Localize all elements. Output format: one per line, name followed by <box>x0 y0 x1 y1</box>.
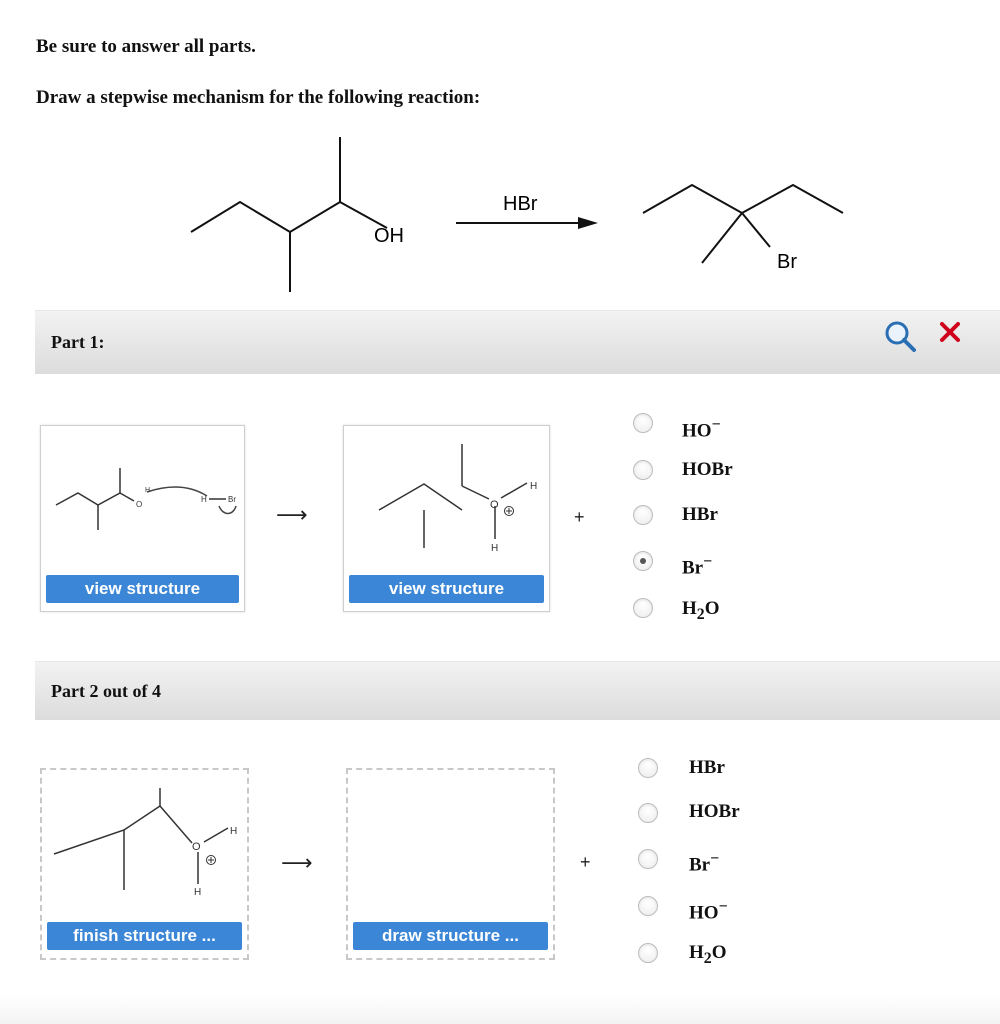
part2-option-radio-ho[interactable] <box>638 896 658 916</box>
reactant-oh-label: OH <box>374 225 404 247</box>
part2-oxonium-h-top-label: H <box>230 826 237 837</box>
part2-option-label-h2o: H2O <box>689 942 727 967</box>
part2-oxonium-skeleton: O H H <box>42 770 247 910</box>
part2-option-label-hbr: HBr <box>689 757 725 778</box>
part2-reactant-structure-box: O H H finish structure ... <box>40 768 249 960</box>
part1-br-label: Br <box>228 495 236 504</box>
part1-oxonium-h-bottom-label: H <box>491 543 498 554</box>
part1-view-structure-button-1[interactable]: view structure <box>46 575 239 603</box>
part1-reactant-structure-box: O H H Br view structure <box>40 425 245 612</box>
part2-option-radio-hobr[interactable] <box>638 803 658 823</box>
part1-option-radio-h2o[interactable] <box>633 598 653 618</box>
part1-option-label-br: Br− <box>682 553 713 579</box>
bottom-edge <box>0 995 1000 1024</box>
part2-option-radio-br[interactable] <box>638 849 658 869</box>
part1-reactant-structure: O H H Br <box>55 468 237 530</box>
part1-plus: + <box>574 507 585 527</box>
part2-reaction-arrow: ⟶ <box>281 851 313 876</box>
reaction-scheme: OH HBr Br <box>190 137 844 292</box>
part1-option-radio-hobr[interactable] <box>633 460 653 480</box>
part1-option-radio-hbr[interactable] <box>633 505 653 525</box>
part1-option-label-h2o: H2O <box>682 598 720 623</box>
part1-reaction-arrow: ⟶ <box>276 503 308 528</box>
part2-option-radio-h2o[interactable] <box>638 943 658 963</box>
part2-option-label-ho: HO− <box>689 898 728 924</box>
part2-header: Part 2 out of 4 <box>35 661 1000 720</box>
part1-o-label: O <box>136 500 142 509</box>
part1-title: Part 1: <box>51 332 105 352</box>
instruction-draw-mechanism: Draw a stepwise mechanism for the follow… <box>36 87 481 108</box>
part2-product-structure-box: draw structure ... <box>346 768 555 960</box>
part1-header: Part 1: <box>35 310 1000 374</box>
part1-option-label-hobr: HOBr <box>682 459 733 480</box>
part2-plus: + <box>580 852 591 872</box>
reagent-hbr-label: HBr <box>503 193 538 215</box>
part2-option-radio-hbr[interactable] <box>638 758 658 778</box>
part1-option-label-ho: HO− <box>682 416 721 442</box>
part2-option-label-br: Br− <box>689 850 720 876</box>
part1-oh-h-label: H <box>145 487 150 494</box>
part2-oxonium-h-bottom-label: H <box>194 887 201 898</box>
part1-intermediate-structure-box: O H H view structure <box>343 425 550 612</box>
product-br-label: Br <box>777 251 797 273</box>
part1-option-radio-ho[interactable] <box>633 413 653 433</box>
part1-option-label-hbr: HBr <box>682 504 718 525</box>
part2-option-label-hobr: HOBr <box>689 801 740 822</box>
part1-option-radio-br[interactable] <box>633 551 653 571</box>
part2-title: Part 2 out of 4 <box>51 681 161 701</box>
part2-finish-structure-button[interactable]: finish structure ... <box>47 922 242 950</box>
part2-draw-structure-button[interactable]: draw structure ... <box>353 922 548 950</box>
part1-intermediate-drawing: O H H <box>344 426 549 566</box>
part1-view-structure-button-2[interactable]: view structure <box>349 575 544 603</box>
close-icon[interactable] <box>937 319 963 345</box>
magnifier-icon[interactable] <box>881 317 919 355</box>
part2-oxonium-o-label: O <box>192 841 201 853</box>
instruction-answer-all: Be sure to answer all parts. <box>36 36 256 57</box>
part1-hbr-h-label: H <box>201 495 207 504</box>
part1-oxonium-o-label: O <box>490 499 499 511</box>
part1-oxonium-h-top-label: H <box>530 481 537 492</box>
